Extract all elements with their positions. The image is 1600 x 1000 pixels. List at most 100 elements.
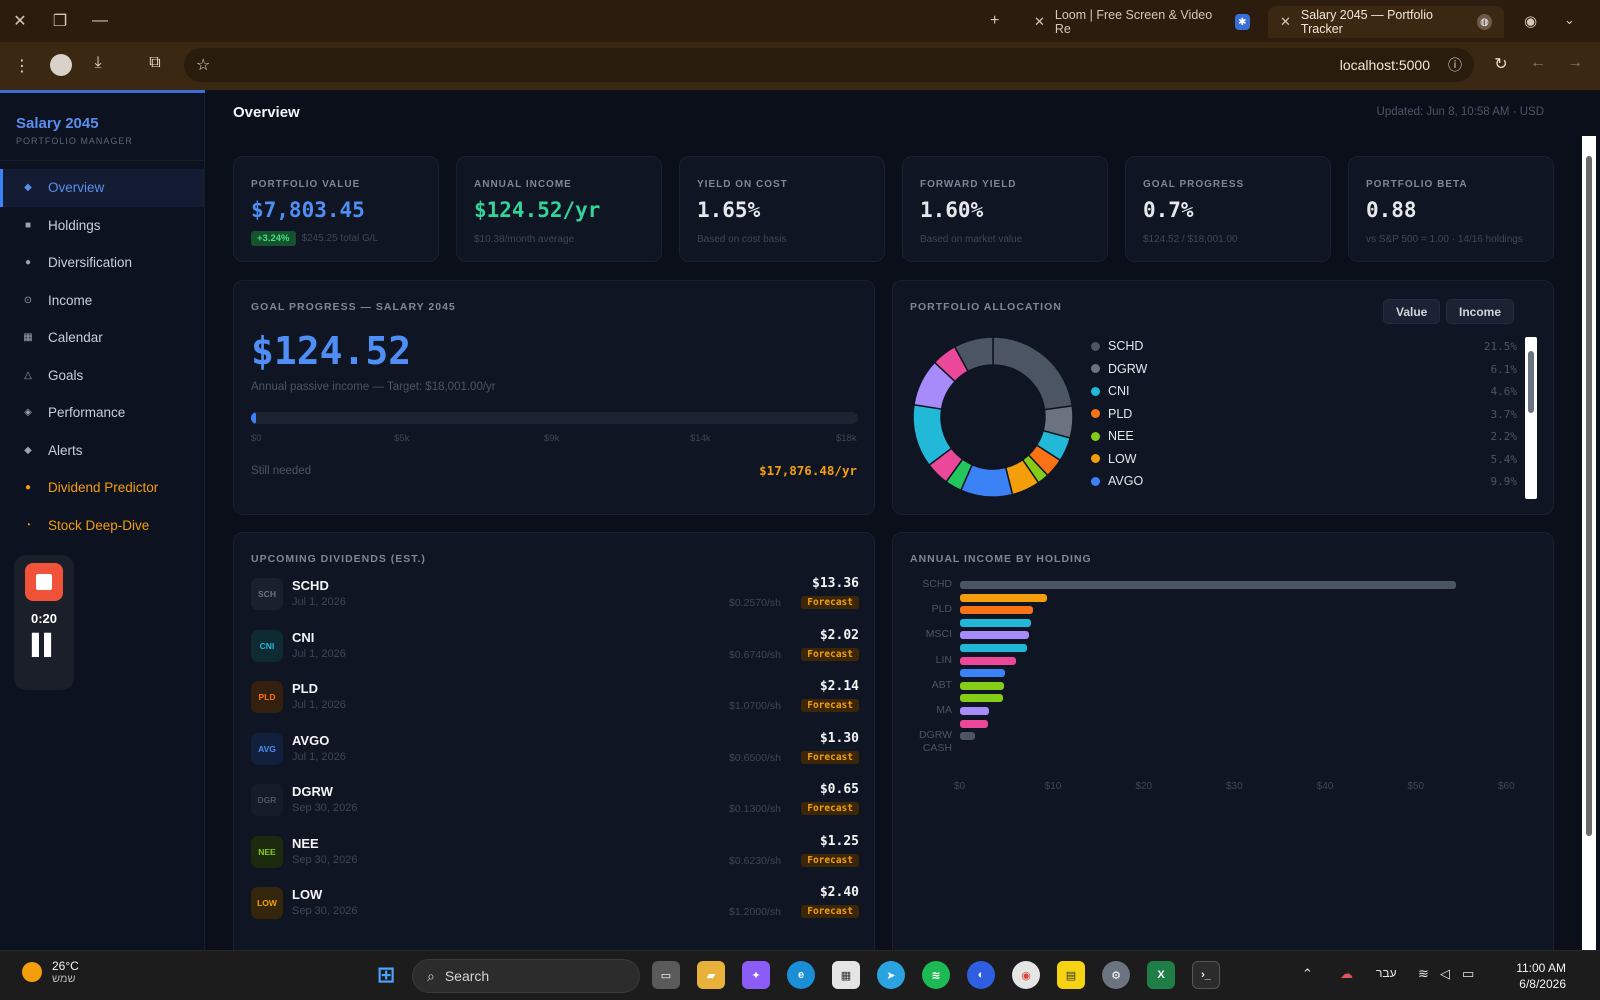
dividend-row[interactable]: PLD PLD Jul 1, 2026 $2.14 $1.0700/sh Forecast: [251, 674, 859, 720]
close-tab-icon[interactable]: ✕: [1280, 14, 1291, 30]
legend-scrollbar[interactable]: [1525, 337, 1537, 499]
close-window-icon[interactable]: ✕: [0, 0, 40, 42]
chrome-icon[interactable]: ◉: [1012, 961, 1040, 989]
sidebar-item-alerts[interactable]: ◆ Alerts: [0, 432, 204, 470]
extensions-icon[interactable]: ⧉: [137, 54, 173, 72]
sidebar-item-diversification[interactable]: ● Diversification: [0, 244, 204, 282]
scroll-thumb[interactable]: [1586, 156, 1592, 836]
legend-percent: 2.2%: [1490, 430, 1518, 443]
restore-window-icon[interactable]: ❐: [40, 0, 80, 42]
x-axis-tick: $50: [1407, 781, 1425, 792]
legend-item[interactable]: LOW: [1091, 452, 1136, 466]
address-bar[interactable]: ☆ localhost:5000 ⓘ: [184, 48, 1474, 82]
legend-item[interactable]: AVGO: [1091, 474, 1143, 488]
sidebar-item-performance[interactable]: ◈ Performance: [0, 394, 204, 432]
income-bar[interactable]: [960, 694, 1003, 703]
income-bar[interactable]: [960, 581, 1456, 589]
chevron-down-icon[interactable]: ⌄: [1564, 12, 1575, 28]
scroll-thumb[interactable]: [1528, 351, 1534, 413]
income-bar[interactable]: [960, 669, 1006, 678]
spotify-icon[interactable]: ≋: [922, 961, 950, 989]
terminal-icon[interactable]: ›_: [1192, 961, 1220, 989]
dividend-row[interactable]: CNI CNI Jul 1, 2026 $2.02 $0.6740/sh Forecast: [251, 623, 859, 669]
income-bar[interactable]: [960, 732, 976, 741]
income-toggle-button[interactable]: Income: [1446, 299, 1515, 324]
copilot-icon[interactable]: ✦: [742, 961, 770, 989]
excel-icon[interactable]: X: [1147, 961, 1175, 989]
tray-chevron-up-icon[interactable]: ⌃: [1302, 966, 1313, 982]
page-scrollbar[interactable]: [1582, 136, 1596, 950]
new-tab-icon[interactable]: +: [990, 12, 999, 30]
telegram-icon[interactable]: ➤: [877, 961, 905, 989]
income-bar[interactable]: [960, 593, 1048, 602]
edge-icon[interactable]: e: [787, 961, 815, 989]
close-tab-icon[interactable]: ✕: [1034, 14, 1045, 30]
keyboard-language[interactable]: עבר: [1376, 966, 1397, 980]
income-bar[interactable]: [960, 631, 1029, 640]
forward-arrow-icon[interactable]: →: [1557, 54, 1593, 72]
clock-time: 11:00 AM: [1516, 961, 1566, 975]
weather-condition: שמש: [52, 973, 76, 985]
chart-title: ANNUAL INCOME BY HOLDING: [910, 553, 1092, 565]
legend-item[interactable]: PLD: [1091, 407, 1132, 421]
dividend-row[interactable]: DGR DGRW Sep 30, 2026 $0.65 $0.1300/sh Foreca…: [251, 777, 859, 823]
income-bar[interactable]: [960, 719, 989, 728]
wifi-icon[interactable]: ≋: [1418, 966, 1429, 982]
site-info-icon[interactable]: ⓘ: [1448, 55, 1462, 75]
income-bar[interactable]: [960, 656, 1017, 665]
sidebar-item-dividend-predictor[interactable]: ● Dividend Predictor: [0, 469, 204, 507]
value-toggle-button[interactable]: Value: [1383, 299, 1441, 324]
weather-widget[interactable]: 26°C שמש: [22, 959, 79, 985]
reload-icon[interactable]: ↻: [1483, 54, 1519, 74]
donut-slice[interactable]: [992, 336, 1074, 411]
dividend-row[interactable]: AVG AVGO Jul 1, 2026 $1.30 $0.6500/sh Forecas…: [251, 726, 859, 772]
task-view-icon[interactable]: ▭: [652, 961, 680, 989]
record-icon[interactable]: ◉: [1524, 12, 1537, 30]
sidebar-item-income[interactable]: ⊙ Income: [0, 282, 204, 320]
battery-icon[interactable]: ▭: [1462, 966, 1474, 982]
sidebar-item-overview[interactable]: ◆ Overview: [0, 169, 204, 207]
income-bar[interactable]: [960, 707, 989, 715]
sidebar-item-holdings[interactable]: ■ Holdings: [0, 207, 204, 245]
profile-avatar[interactable]: [50, 54, 72, 76]
sidebar-item-calendar[interactable]: ▦ Calendar: [0, 319, 204, 357]
income-bar[interactable]: [960, 644, 1028, 652]
ticker-symbol: SCHD: [292, 578, 329, 593]
taskbar-clock[interactable]: 11:00 AM 6/8/2026: [1516, 960, 1566, 992]
sticky-notes-icon[interactable]: ▤: [1057, 961, 1085, 989]
file-explorer-icon[interactable]: ▰: [697, 961, 725, 989]
ticker-symbol: CNI: [292, 629, 315, 645]
menu-dots-icon[interactable]: ⋮: [4, 56, 40, 76]
income-bar[interactable]: [960, 681, 1004, 690]
tab-loom[interactable]: ✕ Loom | Free Screen & Video Re ✱: [1022, 6, 1262, 38]
income-bar[interactable]: [960, 618, 1031, 627]
legend-dot: [1091, 364, 1100, 373]
minimize-window-icon[interactable]: —: [80, 0, 120, 42]
stop-recording-button[interactable]: [25, 563, 63, 601]
bookmark-star-icon[interactable]: ☆: [196, 55, 210, 75]
legend-item[interactable]: CNI: [1091, 384, 1130, 398]
triangle-icon: △: [24, 369, 32, 381]
income-bar[interactable]: [960, 606, 1034, 615]
legend-item[interactable]: SCHD: [1091, 339, 1143, 353]
back-arrow-icon[interactable]: ←: [1520, 54, 1556, 72]
sidebar-item-goals[interactable]: △ Goals: [0, 357, 204, 395]
pause-icon[interactable]: ▌▌: [32, 634, 58, 657]
dividend-row[interactable]: LOW LOW Sep 30, 2026 $2.40 $1.2000/sh Forecas…: [251, 880, 859, 926]
onedrive-icon[interactable]: ☁: [1340, 966, 1353, 982]
legend-item[interactable]: NEE: [1091, 429, 1134, 443]
dividend-row[interactable]: NEE NEE Sep 30, 2026 $1.25 $0.6230/sh Forecas…: [251, 829, 859, 875]
taskbar-search[interactable]: ⌕ Search: [412, 959, 640, 993]
sidebar-item-stock-deep-dive[interactable]: ◔ Stock Deep-Dive: [0, 507, 204, 545]
download-icon[interactable]: ⤓: [80, 54, 116, 72]
settings-gear-icon[interactable]: ⚙: [1102, 961, 1130, 989]
dividend-row[interactable]: SCH SCHD Jul 1, 2026 $13.36 $0.2570/sh Foreca…: [251, 571, 859, 617]
volume-icon[interactable]: ◁: [1440, 966, 1450, 982]
windows-start-icon[interactable]: ⊞: [372, 961, 400, 989]
tab-salary-2045[interactable]: ✕ Salary 2045 — Portfolio Tracker ◍: [1268, 6, 1504, 38]
still-needed-value: $17,876.48/yr: [759, 463, 857, 478]
app-icon[interactable]: ◐: [967, 961, 995, 989]
legend-item[interactable]: DGRW: [1091, 362, 1147, 376]
ticker-symbol: LOW: [292, 887, 323, 902]
store-icon[interactable]: ▦: [832, 961, 860, 989]
